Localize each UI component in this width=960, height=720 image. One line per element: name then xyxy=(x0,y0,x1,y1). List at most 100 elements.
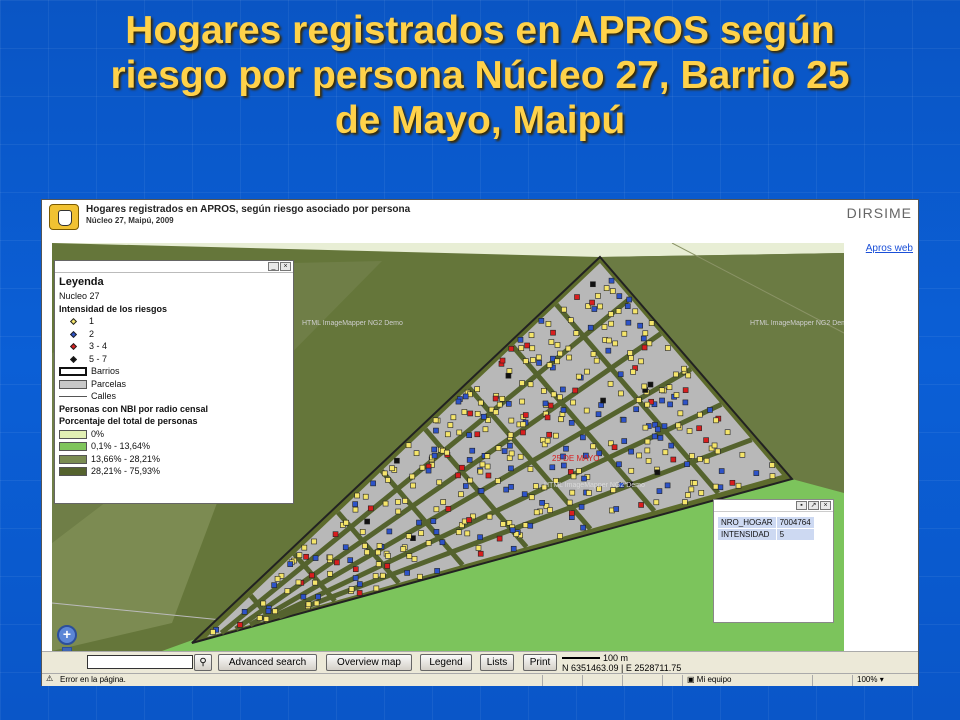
household-point[interactable] xyxy=(611,444,618,451)
household-point[interactable] xyxy=(589,299,595,306)
household-point[interactable] xyxy=(287,561,294,567)
household-point[interactable] xyxy=(769,462,775,468)
household-point[interactable] xyxy=(372,573,379,579)
household-point[interactable] xyxy=(711,442,718,449)
household-point[interactable] xyxy=(529,345,536,352)
household-point[interactable] xyxy=(354,492,360,499)
legend-button[interactable]: Legend xyxy=(420,654,472,671)
household-point[interactable] xyxy=(370,480,376,487)
household-point[interactable] xyxy=(274,575,281,582)
household-point[interactable] xyxy=(590,281,596,288)
household-point[interactable] xyxy=(519,398,525,405)
household-point[interactable] xyxy=(416,519,422,526)
household-point[interactable] xyxy=(406,553,413,559)
household-point[interactable] xyxy=(630,369,636,375)
household-point[interactable] xyxy=(313,600,320,607)
household-point[interactable] xyxy=(590,443,596,450)
household-point[interactable] xyxy=(301,544,308,551)
household-point[interactable] xyxy=(436,479,443,486)
household-point[interactable] xyxy=(395,508,402,515)
household-point[interactable] xyxy=(505,401,512,407)
household-point[interactable] xyxy=(478,488,485,494)
household-point[interactable] xyxy=(520,421,526,428)
household-point[interactable] xyxy=(714,448,721,455)
household-point[interactable] xyxy=(527,381,534,388)
household-point[interactable] xyxy=(458,491,464,498)
household-point[interactable] xyxy=(557,394,563,401)
household-point[interactable] xyxy=(590,351,597,357)
household-point[interactable] xyxy=(739,451,746,458)
household-point[interactable] xyxy=(539,500,545,506)
household-point[interactable] xyxy=(677,410,684,417)
household-point[interactable] xyxy=(455,472,461,479)
household-point[interactable] xyxy=(417,573,423,580)
household-point[interactable] xyxy=(375,549,381,556)
household-point[interactable] xyxy=(521,491,528,498)
household-point[interactable] xyxy=(595,411,602,418)
household-point[interactable] xyxy=(558,416,564,423)
household-point[interactable] xyxy=(568,420,575,426)
household-point[interactable] xyxy=(685,492,691,498)
household-point[interactable] xyxy=(256,615,263,621)
household-point[interactable] xyxy=(547,402,554,409)
household-point[interactable] xyxy=(724,429,731,436)
household-point[interactable] xyxy=(633,406,640,413)
household-point[interactable] xyxy=(477,534,483,541)
household-point[interactable] xyxy=(642,424,649,431)
zoom-in-button[interactable]: + xyxy=(57,625,77,645)
print-icon[interactable]: ▪ xyxy=(796,501,807,510)
household-point[interactable] xyxy=(474,431,481,438)
household-point[interactable] xyxy=(668,442,675,449)
household-point[interactable] xyxy=(546,431,552,438)
household-point[interactable] xyxy=(418,530,424,536)
household-point[interactable] xyxy=(653,499,660,506)
household-point[interactable] xyxy=(272,608,278,615)
household-point[interactable] xyxy=(343,519,349,526)
household-point[interactable] xyxy=(445,506,452,512)
household-point[interactable] xyxy=(430,518,437,524)
household-point[interactable] xyxy=(413,450,420,456)
household-point[interactable] xyxy=(544,414,551,421)
household-point[interactable] xyxy=(508,465,514,472)
household-point[interactable] xyxy=(533,483,539,489)
household-point[interactable] xyxy=(712,483,719,490)
household-point[interactable] xyxy=(638,358,644,365)
household-point[interactable] xyxy=(586,490,592,496)
household-point[interactable] xyxy=(433,427,439,434)
household-point[interactable] xyxy=(600,397,606,404)
household-point[interactable] xyxy=(433,529,440,535)
household-point[interactable] xyxy=(659,397,665,404)
household-point[interactable] xyxy=(561,462,567,469)
household-point[interactable] xyxy=(753,470,760,476)
household-point[interactable] xyxy=(627,350,633,356)
household-point[interactable] xyxy=(425,540,432,546)
household-point[interactable] xyxy=(603,285,610,291)
household-point[interactable] xyxy=(386,528,393,535)
household-point[interactable] xyxy=(496,401,503,408)
household-point[interactable] xyxy=(580,434,586,441)
household-point[interactable] xyxy=(375,561,382,567)
household-point[interactable] xyxy=(527,466,534,472)
household-point[interactable] xyxy=(644,447,651,454)
household-point[interactable] xyxy=(601,324,608,330)
household-point[interactable] xyxy=(644,438,651,445)
household-point[interactable] xyxy=(400,546,407,552)
household-point[interactable] xyxy=(609,288,616,294)
household-point[interactable] xyxy=(382,500,389,507)
household-point[interactable] xyxy=(608,311,614,317)
household-point[interactable] xyxy=(241,609,248,615)
household-point[interactable] xyxy=(469,447,476,454)
household-point[interactable] xyxy=(364,518,370,525)
household-point[interactable] xyxy=(583,407,590,414)
household-point[interactable] xyxy=(479,461,486,468)
household-point[interactable] xyxy=(356,581,363,587)
household-point[interactable] xyxy=(432,417,439,424)
household-point[interactable] xyxy=(682,387,689,393)
household-point[interactable] xyxy=(686,428,693,434)
household-point[interactable] xyxy=(637,322,643,329)
household-point[interactable] xyxy=(546,362,553,368)
household-point[interactable] xyxy=(481,413,487,420)
household-point[interactable] xyxy=(425,467,432,474)
household-point[interactable] xyxy=(361,543,368,549)
household-point[interactable] xyxy=(617,371,624,378)
